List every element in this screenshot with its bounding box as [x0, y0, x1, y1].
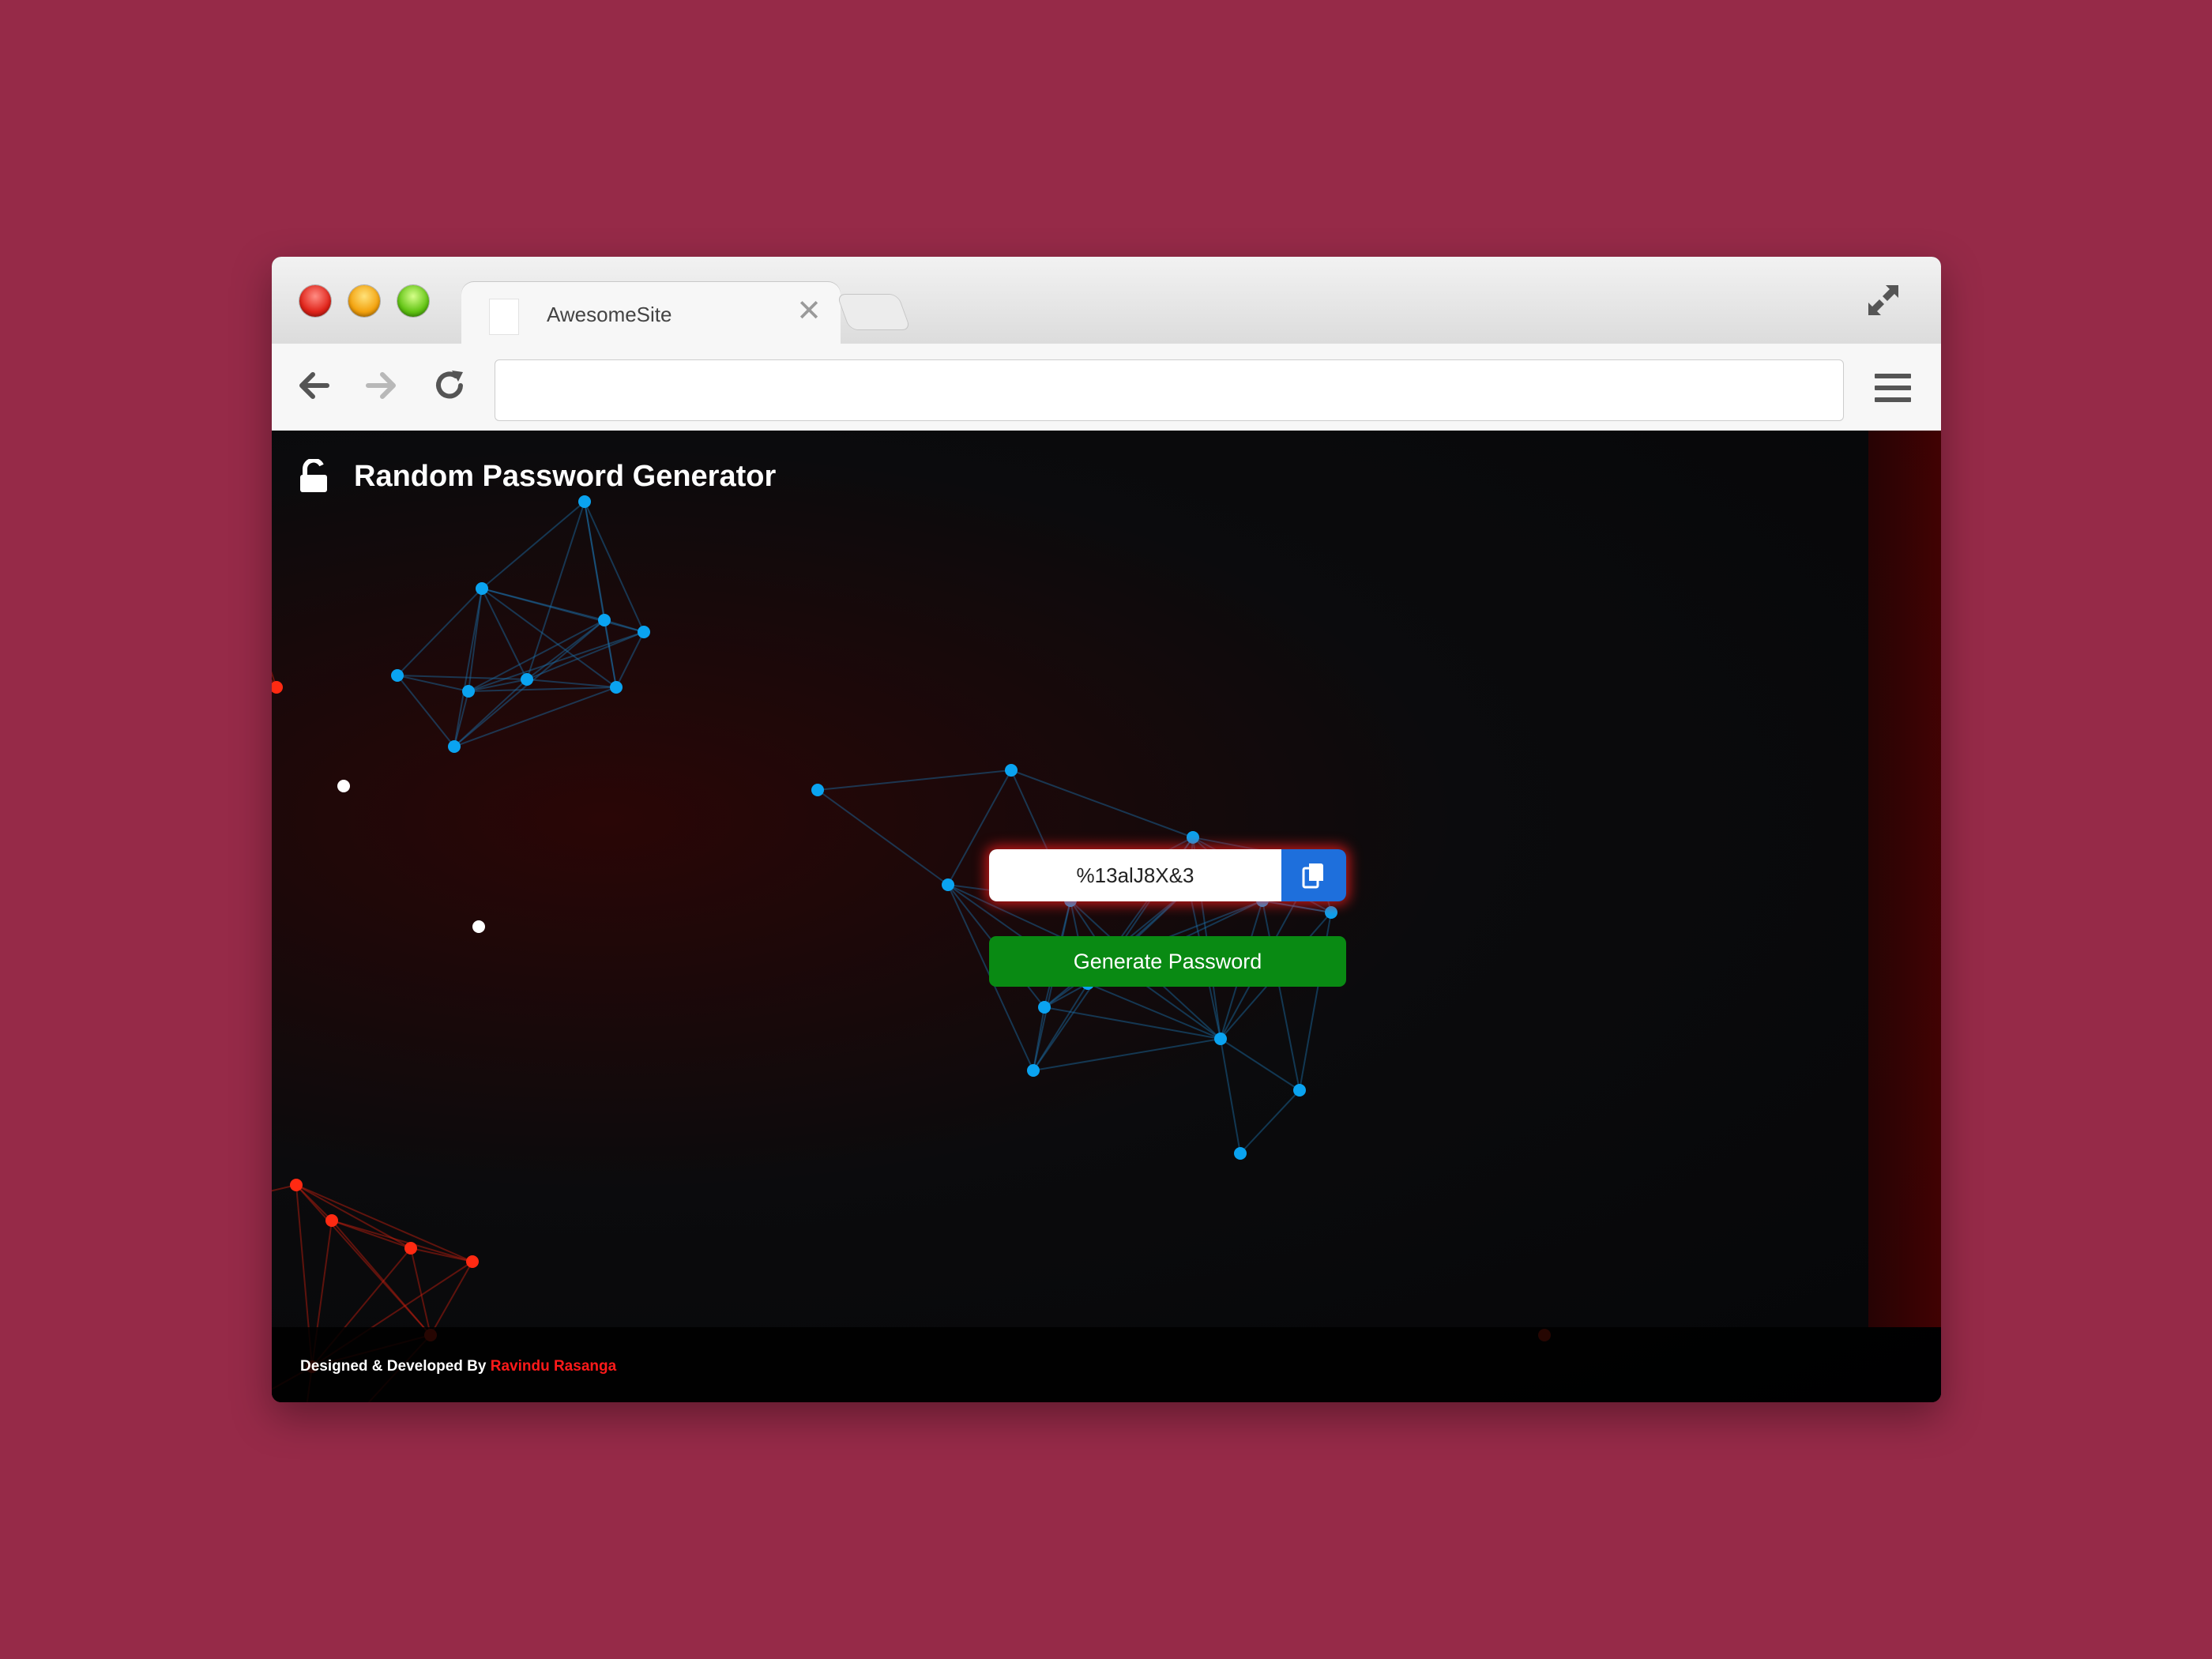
- network-edge: [1033, 1038, 1221, 1071]
- side-strip: [1868, 431, 1941, 1327]
- network-node: [1325, 906, 1337, 919]
- network-edge: [430, 1261, 473, 1336]
- browser-titlebar: AwesomeSite ✕: [272, 257, 1941, 345]
- network-node: [337, 780, 350, 792]
- network-node: [272, 681, 283, 694]
- network-node: [598, 614, 611, 626]
- copy-icon: [1302, 863, 1323, 889]
- network-edge: [410, 1247, 473, 1262]
- network-edge: [481, 501, 585, 589]
- network-edge: [526, 501, 585, 680]
- network-edge: [817, 789, 949, 886]
- password-output[interactable]: [989, 849, 1281, 901]
- network-node: [391, 669, 404, 682]
- maximize-window-button[interactable]: [397, 285, 429, 317]
- favicon-icon: [490, 299, 518, 334]
- arrow-left-icon[interactable]: [292, 364, 335, 407]
- network-node: [290, 1179, 303, 1191]
- network-node: [638, 626, 650, 638]
- tab-close-icon[interactable]: ✕: [796, 296, 822, 326]
- hamburger-menu-icon[interactable]: [1873, 371, 1913, 405]
- network-node: [404, 1242, 417, 1255]
- network-node: [942, 878, 954, 891]
- network-node: [466, 1255, 479, 1268]
- expand-icon[interactable]: [1864, 280, 1903, 320]
- unlock-icon: [300, 459, 327, 492]
- network-edge: [295, 1184, 473, 1262]
- close-window-button[interactable]: [299, 285, 331, 317]
- network-node: [811, 784, 824, 796]
- network-edge: [453, 690, 469, 747]
- arrow-right-icon[interactable]: [360, 364, 403, 407]
- page-content: Random Password Generator Generate Passw…: [272, 431, 1941, 1402]
- network-edge: [526, 631, 645, 680]
- address-bar[interactable]: [495, 359, 1844, 421]
- generate-password-button[interactable]: Generate Password: [989, 936, 1346, 987]
- network-edge: [526, 679, 617, 688]
- password-field-group: [989, 849, 1346, 901]
- network-edge: [481, 588, 617, 688]
- network-edge: [331, 1220, 473, 1262]
- network-edge: [468, 687, 617, 692]
- network-edge: [481, 588, 528, 680]
- network-edge: [1240, 1089, 1300, 1154]
- network-node: [476, 582, 488, 595]
- page-title: Random Password Generator: [354, 459, 777, 493]
- network-node: [1038, 1001, 1051, 1014]
- footer-prefix: Designed & Developed By: [300, 1358, 491, 1375]
- network-node: [1005, 764, 1018, 777]
- network-node: [472, 920, 485, 933]
- new-tab-button[interactable]: [837, 295, 911, 329]
- network-edge: [272, 671, 277, 688]
- network-node: [1234, 1147, 1247, 1160]
- network-node: [610, 681, 623, 694]
- footer-author-link[interactable]: Ravindu Rasanga: [491, 1358, 616, 1375]
- browser-window: AwesomeSite ✕ Random Password Generator …: [272, 257, 1941, 1402]
- network-node: [1293, 1084, 1306, 1097]
- network-edge: [604, 619, 617, 688]
- network-node: [1214, 1033, 1227, 1045]
- network-node: [448, 740, 461, 753]
- network-edge: [1044, 1006, 1221, 1040]
- network-node: [1187, 831, 1199, 844]
- network-edge: [1220, 1038, 1241, 1154]
- network-edge: [453, 687, 617, 747]
- network-node: [578, 495, 591, 508]
- browser-toolbar: [272, 344, 1941, 431]
- app-header: Random Password Generator: [299, 459, 776, 494]
- footer-credit: Designed & Developed By Ravindu Rasanga: [300, 1358, 616, 1375]
- network-edge: [584, 501, 645, 633]
- tab-title: AwesomeSite: [547, 303, 672, 326]
- network-edge: [817, 769, 1012, 791]
- reload-icon[interactable]: [428, 364, 471, 407]
- network-edge: [1220, 1038, 1300, 1091]
- network-background: [272, 495, 1551, 1402]
- minimize-window-button[interactable]: [348, 285, 380, 317]
- network-node: [521, 673, 533, 686]
- network-edge: [272, 1184, 297, 1192]
- network-node: [462, 685, 475, 698]
- copy-button[interactable]: [1281, 849, 1346, 901]
- network-edge: [1010, 769, 1194, 838]
- browser-tab[interactable]: AwesomeSite ✕: [461, 282, 841, 345]
- network-edge: [272, 687, 277, 692]
- network-node: [325, 1214, 338, 1227]
- network-node: [1027, 1064, 1040, 1077]
